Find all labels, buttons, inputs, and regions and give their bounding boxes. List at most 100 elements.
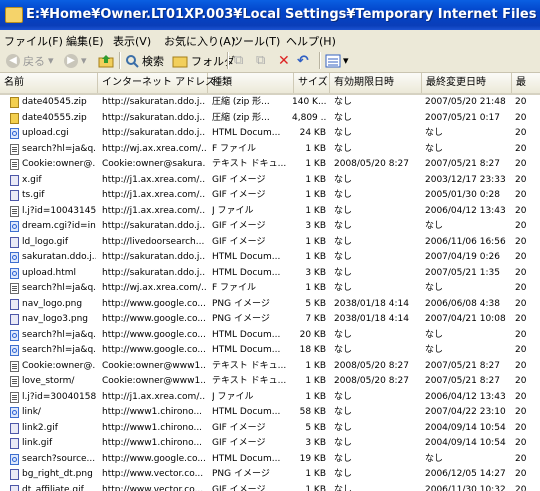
col-size[interactable]: サイズ	[294, 73, 330, 93]
cell-name: Cookie:owner@...	[22, 360, 96, 371]
undo-button[interactable]: ↶	[297, 52, 309, 69]
menu-tools[interactable]: ツール(T)	[232, 33, 280, 49]
zip-file-icon	[10, 97, 19, 108]
file-row[interactable]: love_storm/Cookie:owner@www1... テキスト ドキュ.…	[0, 374, 540, 390]
cell-type: HTML Docum...	[212, 128, 281, 138]
cell-name: search?source...	[22, 453, 96, 464]
col-modified[interactable]: 最終変更日時	[422, 73, 512, 93]
back-button[interactable]: ◀ 戻る ▾	[6, 52, 54, 69]
file-row[interactable]: Cookie:owner@... Cookie:owner@sakura... テキ…	[0, 157, 540, 173]
file-row[interactable]: date40555.zip http://sakuratan.ddo.j... 圧縮…	[0, 111, 540, 127]
file-row[interactable]: search?hl=ja&q... http://wj.ax.xrea.com/.…	[0, 142, 540, 158]
cell-type: HTML Docum...	[212, 252, 281, 262]
file-row[interactable]: search?hl=ja&q... http://www.google.co...…	[0, 343, 540, 359]
file-row[interactable]: dream.cgi?id=in... http://sakuratan.ddo.j…	[0, 219, 540, 235]
file-row[interactable]: nav_logo3.png http://www.google.co... PNG …	[0, 312, 540, 328]
cell-size: 1 KB	[305, 174, 326, 185]
col-name[interactable]: 名前	[0, 73, 98, 93]
cell-size: 1 KB	[305, 159, 326, 169]
menu-favorites[interactable]: お気に入り(A)	[164, 33, 235, 49]
file-row[interactable]: Cookie:owner@... Cookie:owner@www1... テキスト…	[0, 359, 540, 375]
text-file-icon	[10, 143, 19, 155]
file-row[interactable]: bg_right_dt.png http://www.vector.co... PN…	[0, 467, 540, 483]
cell-type: GIF イメージ	[212, 422, 266, 433]
folders-button[interactable]: フォルダ	[172, 52, 235, 69]
file-row[interactable]: link.gif http://www1.chirono... GIF イメージ 3 …	[0, 436, 540, 452]
cell-type: PNG イメージ	[212, 298, 270, 309]
file-row[interactable]: search?source... http://www.google.co... H…	[0, 452, 540, 468]
delete-button[interactable]: ✕	[278, 52, 290, 69]
menu-file[interactable]: ファイル(F)	[4, 33, 63, 49]
file-row[interactable]: search?hl=ja&q... http://www.google.co...…	[0, 328, 540, 344]
cell-modified: なし	[425, 345, 444, 355]
back-arrow-icon: ◀	[6, 53, 20, 68]
cell-type: PNG イメージ	[212, 314, 270, 324]
cell-size: 5 KB	[305, 422, 326, 433]
col-last-access[interactable]: 最	[512, 73, 540, 93]
move-to-button[interactable]: ⧉	[234, 52, 243, 69]
file-row[interactable]: sakuratan.ddo.j... http://sakuratan.ddo.j…	[0, 250, 540, 266]
image-file-icon	[10, 422, 19, 434]
html-document-icon	[10, 221, 19, 232]
cell-name: ld_logo.gif	[22, 236, 69, 247]
cell-type: GIF イメージ	[212, 236, 266, 247]
file-row[interactable]: l.j?id=100431456 http://j1.ax.xrea.com/..…	[0, 204, 540, 220]
file-row[interactable]: nav_logo.png http://www.google.co... PNG イ…	[0, 297, 540, 313]
cell-address: http://livedoorsearch...	[102, 236, 205, 247]
cell-expires: なし	[334, 97, 353, 107]
search-button[interactable]: 検索	[125, 52, 164, 69]
cell-name: Cookie:owner@...	[22, 159, 96, 169]
file-row[interactable]: upload.cgi http://sakuratan.ddo.j... HTML …	[0, 126, 540, 142]
cell-type: J ファイル	[212, 391, 254, 402]
cell-expires: なし	[334, 143, 353, 154]
cell-last: 20	[515, 128, 527, 138]
file-row[interactable]: date40545.zip http://sakuratan.ddo.j... 圧縮…	[0, 95, 540, 111]
cell-expires: なし	[334, 190, 353, 200]
file-row[interactable]: dt_affiliate.gif http://www.vector.co... G…	[0, 483, 540, 491]
image-file-icon	[10, 190, 19, 201]
cell-expires: なし	[334, 205, 353, 216]
cell-address: http://www.google.co...	[102, 298, 206, 309]
cell-modified: 2007/05/20 21:48	[425, 97, 506, 107]
col-address[interactable]: インターネット アドレス	[98, 73, 215, 93]
file-row[interactable]: l.j?id=300401587 http://j1.ax.xrea.com/..…	[0, 390, 540, 406]
cell-name: l.j?id=100431456	[22, 205, 96, 216]
cell-type: HTML Docum...	[212, 329, 281, 340]
cell-expires: なし	[334, 469, 353, 479]
cell-last: 20	[515, 267, 527, 278]
folder-icon	[5, 7, 23, 23]
cell-last: 20	[515, 252, 527, 262]
cell-expires: なし	[334, 283, 353, 293]
up-folder-button[interactable]	[98, 52, 114, 69]
menu-view[interactable]: 表示(V)	[113, 33, 151, 49]
copy-to-icon: ⧉	[256, 53, 266, 68]
cell-expires: 2038/01/18 4:14	[334, 298, 409, 309]
cell-address: http://sakuratan.ddo.j...	[102, 128, 206, 138]
cell-address: http://www.google.co...	[102, 345, 206, 355]
views-button[interactable]: ▾	[325, 52, 349, 69]
cell-address: http://sakuratan.ddo.j...	[102, 97, 206, 107]
menu-edit[interactable]: 編集(E)	[66, 33, 104, 49]
cell-size: 1 KB	[305, 236, 326, 247]
cell-last: 20	[515, 453, 527, 464]
cell-expires: なし	[334, 484, 353, 491]
cell-last: 20	[515, 221, 527, 231]
file-row[interactable]: ld_logo.gif http://livedoorsearch... GIF イ…	[0, 235, 540, 251]
file-row[interactable]: search?hl=ja&q... http://wj.ax.xrea.com/.…	[0, 281, 540, 297]
file-row[interactable]: x.gif http://j1.ax.xrea.com/... GIF イメージ 1 …	[0, 173, 540, 189]
col-expires[interactable]: 有効期限日時	[330, 73, 422, 93]
copy-to-button[interactable]: ⧉	[256, 52, 265, 69]
file-row[interactable]: link2.gif http://www1.chirono... GIF イメージ 5…	[0, 421, 540, 437]
file-row[interactable]: upload.html http://sakuratan.ddo.j... HTML…	[0, 266, 540, 282]
cell-expires: なし	[334, 267, 353, 278]
cell-last: 20	[515, 329, 527, 340]
cell-modified: 2007/05/21 8:27	[425, 376, 500, 386]
cell-size: 1 KB	[305, 360, 326, 371]
file-row[interactable]: link/http://www1.chirono... HTML Docum...…	[0, 405, 540, 421]
col-type[interactable]: 種類	[208, 73, 294, 93]
cell-modified: なし	[425, 128, 444, 138]
file-row[interactable]: ts.gif http://j1.ax.xrea.com/... GIF イメージ 1…	[0, 188, 540, 204]
forward-button[interactable]: ▶ ▾	[64, 52, 87, 69]
cell-address: http://j1.ax.xrea.com/...	[102, 205, 206, 216]
menu-help[interactable]: ヘルプ(H)	[286, 33, 336, 49]
